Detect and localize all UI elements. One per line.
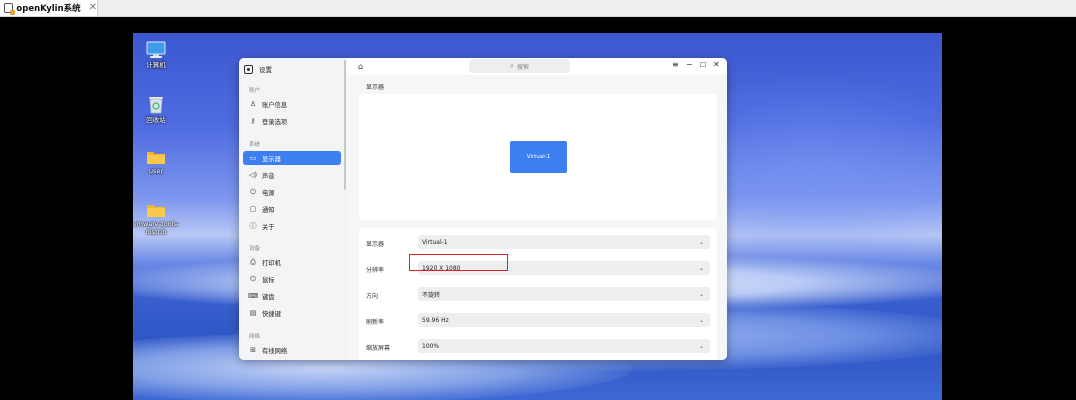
row-label-scaling: 缩放屏幕 [366, 345, 391, 352]
search-icon: ⌕ [510, 61, 514, 70]
desktop-icon-label: 回收站 [146, 116, 166, 124]
search-placeholder: 搜索 [516, 63, 529, 71]
sidebar-item-label: 显示器 [262, 155, 281, 163]
display-options-form: 显示器 Virtual-1 ⌄ 分辨率 1920 X 1080 ⌄ 方向 不旋转… [359, 228, 717, 360]
vm-tab-close-icon[interactable]: ✕ [89, 3, 97, 13]
sidebar-header: 设置 [244, 62, 272, 76]
sidebar-item-account-info[interactable]: ♙ 账户信息 [243, 97, 341, 111]
maximize-icon[interactable]: ☐ [700, 62, 706, 69]
sidebar-item-shortcuts[interactable]: ▤ 快捷键 [243, 306, 341, 320]
shortcut-icon: ▤ [249, 309, 257, 317]
sidebar-item-label: 快捷键 [262, 310, 281, 318]
folder-icon [147, 152, 165, 164]
info-icon: ⓘ [249, 222, 257, 230]
sidebar-item-label: 鼠标 [262, 276, 275, 284]
sidebar-item-notifications[interactable]: ▢ 通知 [243, 202, 341, 216]
row-label-resolution: 分辨率 [366, 267, 385, 274]
menu-icon[interactable]: ≡ [672, 61, 679, 69]
mouse-icon: ⌬ [249, 275, 257, 283]
sidebar-item-label: 账户信息 [262, 101, 288, 109]
chevron-down-icon: ⌄ [698, 316, 704, 324]
sidebar-item-label: 电源 [262, 189, 275, 197]
desktop-icon-computer[interactable]: 计算机 [133, 41, 181, 69]
minimize-icon[interactable]: − [686, 61, 693, 69]
notification-icon: ▢ [249, 205, 257, 213]
desktop-icon-label: user [148, 167, 164, 175]
computer-icon [146, 41, 166, 58]
sidebar-item-label: 打印机 [262, 259, 281, 267]
sidebar-group-devices: 设备 [249, 246, 261, 252]
chevron-down-icon: ⌄ [698, 264, 704, 272]
sound-icon: ◁) [248, 171, 258, 179]
row-label-orientation: 方向 [366, 293, 379, 300]
sidebar-item-label: 关于 [262, 223, 275, 231]
folder-icon [147, 205, 165, 217]
printer-icon: ⎙ [250, 257, 256, 266]
sidebar-item-label: 声音 [262, 172, 275, 180]
sidebar-item-mouse[interactable]: ⌬ 鼠标 [243, 272, 341, 286]
wired-network-icon: ⊞ [250, 346, 256, 354]
sidebar-item-login-options[interactable]: ⚷ 登录选项 [243, 114, 341, 128]
vm-tab-bar: openKylin系统 ✕ [0, 0, 1076, 17]
sidebar-group-system: 系统 [249, 142, 261, 148]
settings-sidebar: 设置 账户 ♙ 账户信息 ⚷ 登录选项 系统 ▭ 显示器 ◁) 声音 ⏻ 电源 … [239, 58, 348, 360]
app-title: 设置 [259, 66, 272, 74]
display-select[interactable]: Virtual-1 ⌄ [418, 235, 710, 249]
key-icon: ⚷ [250, 117, 256, 125]
desktop-icon-label: vmware-tools-distrib [133, 220, 180, 237]
desktop-icon-trash[interactable]: 回收站 [133, 94, 181, 124]
sidebar-item-keyboard[interactable]: ⌨ 键盘 [243, 289, 341, 303]
display-settings-panel: 显示器 Virtual-1 显示器 Virtual-1 ⌄ 分辨率 1920 X… [347, 75, 727, 360]
vm-tab[interactable]: openKylin系统 ✕ [0, 0, 98, 16]
vm-tab-title: openKylin系统 [16, 4, 81, 14]
sidebar-item-power[interactable]: ⏻ 电源 [243, 185, 341, 199]
sidebar-item-display[interactable]: ▭ 显示器 [243, 151, 341, 165]
sidebar-group-network: 网络 [249, 334, 261, 340]
monitor-arrangement-preview: Virtual-1 [359, 94, 717, 220]
window-titlebar: ⌂ ⌕ 搜索 ≡ − ☐ ✕ [347, 58, 727, 75]
dropdown-value: 不旋转 [422, 291, 441, 299]
sidebar-item-label: 有线网络 [262, 347, 288, 355]
sidebar-item-label: 键盘 [262, 293, 275, 301]
keyboard-icon: ⌨ [248, 292, 259, 300]
settings-window: 设置 账户 ♙ 账户信息 ⚷ 登录选项 系统 ▭ 显示器 ◁) 声音 ⏻ 电源 … [239, 58, 727, 360]
trash-icon [149, 97, 163, 114]
display-icon: ▭ [249, 154, 257, 162]
refresh-rate-select[interactable]: 59.96 Hz ⌄ [418, 313, 710, 327]
scaling-select[interactable]: 100% ⌄ [418, 339, 710, 353]
desktop-icon-vmware-folder[interactable]: vmware-tools-distrib [133, 202, 181, 236]
row-label-refresh-rate: 刷新率 [366, 319, 385, 326]
section-title: 显示器 [366, 84, 385, 91]
sidebar-group-account: 账户 [249, 88, 261, 94]
dropdown-value: 100% [422, 342, 440, 350]
desktop-icon-user-folder[interactable]: user [133, 149, 181, 175]
home-icon[interactable]: ⌂ [358, 62, 363, 71]
row-label-display: 显示器 [366, 241, 385, 248]
orientation-select[interactable]: 不旋转 ⌄ [418, 287, 710, 301]
desktop-icon-label: 计算机 [146, 61, 166, 69]
monitor-tile[interactable]: Virtual-1 [510, 141, 567, 173]
sidebar-item-sound[interactable]: ◁) 声音 [243, 168, 341, 182]
sidebar-item-label: 登录选项 [262, 118, 288, 126]
sidebar-item-printer[interactable]: ⎙ 打印机 [243, 255, 341, 269]
power-icon: ⏻ [250, 187, 256, 196]
search-input[interactable]: ⌕ 搜索 [469, 59, 570, 73]
close-icon[interactable]: ✕ [713, 61, 720, 69]
sidebar-item-wired-network[interactable]: ⊞ 有线网络 [243, 343, 341, 357]
dropdown-value: Virtual-1 [422, 238, 448, 246]
dropdown-value: 59.96 Hz [422, 316, 449, 324]
chevron-down-icon: ⌄ [698, 290, 704, 298]
sidebar-item-about[interactable]: ⓘ 关于 [243, 219, 341, 233]
settings-app-icon [244, 64, 253, 74]
annotation-highlight-box [409, 254, 508, 271]
chevron-down-icon: ⌄ [698, 238, 704, 246]
chevron-down-icon: ⌄ [698, 342, 704, 350]
sidebar-item-label: 通知 [262, 206, 275, 214]
vm-logo-icon [4, 3, 16, 15]
sidebar-scrollbar[interactable] [344, 60, 346, 190]
user-icon: ♙ [249, 100, 257, 108]
